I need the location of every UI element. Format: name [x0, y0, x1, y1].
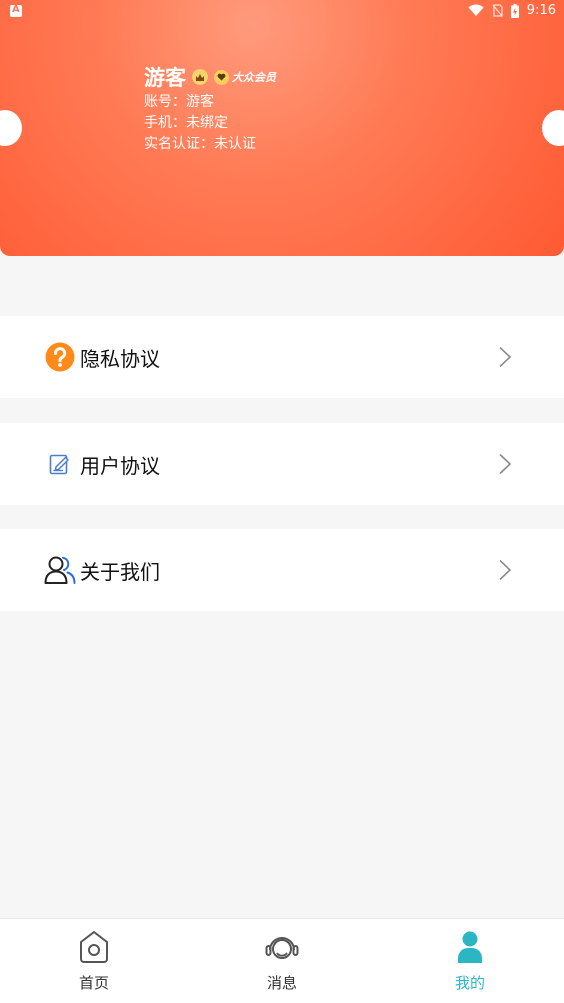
- realname-line: 实名认证：未认证: [144, 136, 256, 152]
- no-sim-icon: [492, 4, 503, 17]
- nav-label: 首页: [78, 974, 109, 992]
- nav-label: 我的: [454, 974, 485, 992]
- headset-icon: [265, 929, 299, 965]
- chevron-right-icon: [499, 346, 512, 368]
- bottom-navigation: 首页 消息 我的: [0, 918, 564, 1003]
- user-name: 游客: [144, 66, 186, 90]
- menu-label: 用户协议: [80, 453, 160, 478]
- nav-profile[interactable]: 我的: [410, 929, 530, 1001]
- vip-heart-icon: [214, 69, 229, 85]
- status-bar: 9:16: [0, 0, 564, 24]
- nav-label: 消息: [266, 974, 297, 992]
- chevron-right-icon: [499, 453, 512, 475]
- menu-item-user-agreement[interactable]: 用户协议: [0, 423, 564, 505]
- app-notification-icon: [10, 4, 22, 17]
- nav-messages[interactable]: 消息: [222, 929, 342, 1001]
- chevron-right-icon: [499, 559, 512, 581]
- question-icon: [44, 341, 76, 373]
- user-icon: [453, 929, 487, 965]
- edit-document-icon: [44, 448, 76, 480]
- vip-label: 大众会员: [232, 71, 276, 84]
- wifi-icon: [468, 4, 484, 16]
- ticket-notch-right: [542, 110, 564, 146]
- home-icon: [77, 929, 111, 965]
- battery-charging-icon: [510, 3, 519, 18]
- ticket-notch-left: [0, 110, 22, 146]
- menu-label: 隐私协议: [80, 346, 160, 371]
- menu-label: 关于我们: [80, 559, 160, 584]
- account-line: 账号：游客: [144, 94, 214, 110]
- profile-header: 游客 大众会员 账号：游客 手机：未绑定 实名认证：未认证: [0, 0, 564, 256]
- profile-info: 游客 大众会员 账号：游客 手机：未绑定 实名认证：未认证: [144, 62, 276, 155]
- crown-icon: [192, 69, 208, 85]
- menu-item-about-us[interactable]: 关于我们: [0, 529, 564, 611]
- clock: 9:16: [526, 3, 556, 18]
- menu-item-privacy[interactable]: 隐私协议: [0, 316, 564, 398]
- vip-badge: 大众会员: [214, 69, 276, 85]
- phone-line: 手机：未绑定: [144, 115, 228, 131]
- nav-home[interactable]: 首页: [34, 929, 154, 1001]
- users-icon: [44, 554, 76, 586]
